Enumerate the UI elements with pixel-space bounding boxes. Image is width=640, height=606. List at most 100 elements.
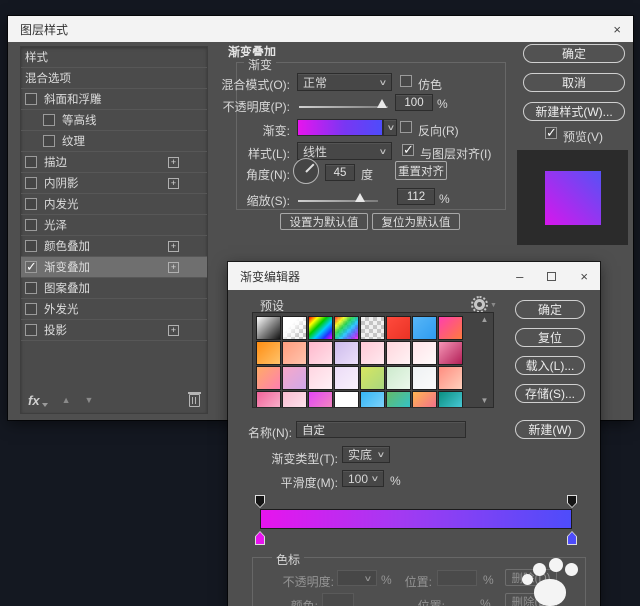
gradient-preset-swatch[interactable] [256,316,281,340]
gradient-swatch[interactable] [297,119,383,136]
sidebar-item-outer-glow[interactable]: 外发光 [21,299,207,320]
opacity-slider-thumb[interactable] [377,99,387,108]
dither-checkbox[interactable] [400,75,412,87]
opacity-stop-left[interactable] [255,495,265,508]
checkbox[interactable] [43,114,55,126]
gradient-preset-swatch[interactable] [412,366,437,390]
style-dropdown[interactable]: 线性 ∨ [297,142,392,160]
gradient-preset-swatch[interactable] [256,366,281,390]
gradient-preset-swatch[interactable] [386,341,411,365]
sidebar-item-pattern-overlay[interactable]: 图案叠加 [21,278,207,299]
sidebar-item-gradient-overlay[interactable]: 渐变叠加 + [21,257,207,278]
gradient-preset-swatch[interactable] [334,366,359,390]
checkbox[interactable] [25,93,37,105]
gradient-preset-swatch[interactable] [334,341,359,365]
gear-icon[interactable] [474,299,485,310]
gradient-preset-swatch[interactable] [386,366,411,390]
opacity-value[interactable]: 100 [395,94,433,111]
checkbox[interactable] [25,240,37,252]
color-stop-right[interactable] [567,531,577,545]
gradient-preset-swatch[interactable] [282,316,307,340]
checkbox[interactable] [25,156,37,168]
gradient-preset-swatch[interactable] [438,341,463,365]
layer-style-titlebar[interactable]: 图层样式 × [8,16,633,42]
scale-slider[interactable] [298,200,378,202]
gradient-preset-swatch[interactable] [334,316,359,340]
gradient-preset-swatch[interactable] [386,316,411,340]
new-style-button[interactable]: 新建样式(W)... [523,102,625,121]
angle-value[interactable]: 45 [325,164,355,181]
ok-button[interactable]: 确定 [523,44,625,63]
move-up-icon[interactable]: ▲ [62,395,71,405]
gradient-preset-swatch[interactable] [360,366,385,390]
fx-menu-icon[interactable]: fx [28,393,48,408]
plus-icon[interactable]: + [168,325,179,336]
gradient-preset-swatch[interactable] [256,391,281,408]
close-icon[interactable]: × [613,23,621,36]
preview-checkbox[interactable] [545,127,557,139]
gradient-preset-swatch[interactable] [256,341,281,365]
gradient-preset-swatch[interactable] [412,391,437,408]
set-default-button[interactable]: 设置为默认值 [280,213,368,230]
gradient-preset-swatch[interactable] [412,316,437,340]
gradient-preset-swatch[interactable] [386,391,411,408]
caret-down-icon[interactable]: ▼ [490,302,497,309]
gradient-preset-swatch[interactable] [308,341,333,365]
trash-icon[interactable] [189,394,200,407]
close-icon[interactable]: × [580,270,588,283]
scale-value[interactable]: 112 [397,188,435,205]
blend-mode-dropdown[interactable]: 正常 ∨ [297,73,392,91]
checkbox[interactable] [25,324,37,336]
maximize-icon[interactable] [547,272,556,281]
ok-button[interactable]: 确定 [515,300,585,319]
checkbox[interactable] [25,219,37,231]
gradient-preset-swatch[interactable] [438,316,463,340]
gradient-preset-swatch[interactable] [308,391,333,408]
stop-color-swatch[interactable] [322,593,354,606]
cancel-button[interactable]: 取消 [523,73,625,92]
sidebar-item-drop-shadow[interactable]: 投影 + [21,320,207,341]
sidebar-item-styles[interactable]: 样式 [21,47,207,68]
move-down-icon[interactable]: ▼ [84,395,93,405]
name-input[interactable]: 自定 [296,421,466,438]
gradient-preset-swatch[interactable] [360,341,385,365]
checkbox[interactable] [25,282,37,294]
gradient-preset-swatch[interactable] [334,391,359,408]
sidebar-item-satin[interactable]: 光泽 [21,215,207,236]
minimize-icon[interactable]: – [516,270,523,283]
preset-scrollbar[interactable]: ▲ ▼ [478,315,491,405]
new-button[interactable]: 新建(W) [515,420,585,439]
angle-dial[interactable] [293,158,319,184]
checkbox[interactable] [25,198,37,210]
reset-button[interactable]: 复位 [515,328,585,347]
checkbox[interactable] [43,135,55,147]
smoothness-combo[interactable]: 100 ∨ [342,470,384,487]
color-stop-left[interactable] [255,531,265,545]
gradient-preset-swatch[interactable] [308,366,333,390]
scroll-down-icon[interactable]: ▼ [481,396,489,405]
reverse-checkbox[interactable] [400,121,412,133]
gradient-editor-titlebar[interactable]: 渐变编辑器 – × [228,262,600,290]
gradient-preset-swatch[interactable] [308,316,333,340]
reset-align-button[interactable]: 重置对齐 [395,161,447,180]
checkbox[interactable] [25,303,37,315]
checkbox[interactable] [25,177,37,189]
scroll-up-icon[interactable]: ▲ [481,315,489,324]
gradient-preset-swatch[interactable] [360,391,385,408]
plus-icon[interactable]: + [168,262,179,273]
gradient-preset-swatch[interactable] [282,391,307,408]
gradient-preset-swatch[interactable] [360,316,385,340]
gradient-preset-swatch[interactable] [438,391,463,408]
reset-default-button[interactable]: 复位为默认值 [372,213,460,230]
gradient-preset-swatch[interactable] [282,366,307,390]
opacity-stop-right[interactable] [567,495,577,508]
gradient-type-dropdown[interactable]: 实底 ∨ [342,446,390,463]
plus-icon[interactable]: + [168,241,179,252]
checkbox[interactable] [25,261,37,273]
gradient-picker-arrow[interactable]: ∨ [383,119,397,136]
scale-slider-thumb[interactable] [355,193,365,202]
gradient-bar[interactable] [260,509,572,529]
opacity-slider[interactable] [299,106,388,108]
align-with-layer-checkbox[interactable] [402,144,414,156]
gradient-preset-swatch[interactable] [438,366,463,390]
